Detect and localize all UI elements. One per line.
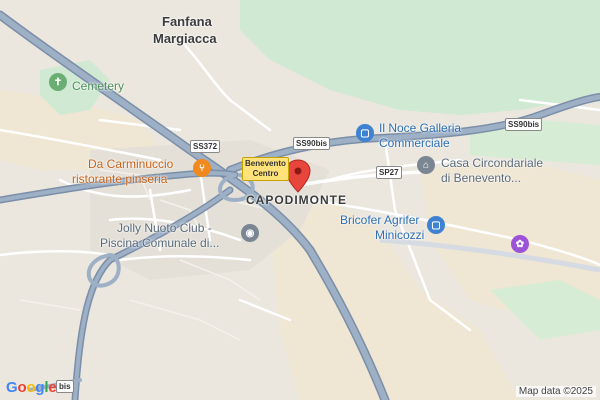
benevento-sign-line1: Benevento [245,159,286,168]
road-shield-ss90bis-east: SS90bis [505,118,543,131]
map-attribution[interactable]: Map data ©2025 [515,386,596,397]
poi-cemetery[interactable]: Cemetery [72,79,124,94]
shopping-bag-icon[interactable]: ▢ [356,124,374,142]
cemetery-icon[interactable]: ✝ [49,73,67,91]
poi-casa-line1[interactable]: Casa Circondariale [441,156,543,171]
road-shield-bis: bis [56,380,74,393]
road-shield-sp27: SP27 [376,166,402,179]
swimming-pool-icon[interactable]: ◉ [241,224,259,242]
poi-da-carminuccio-line2[interactable]: ristorante pinseria [72,172,167,187]
google-logo: Google [6,379,57,396]
benevento-sign-line2: Centro [252,169,279,178]
landmark-icon[interactable]: ⌂ [417,156,435,174]
poi-il-noce-line1[interactable]: Il Noce Galleria [379,121,461,136]
road-shield-ss372: SS372 [190,140,221,153]
poi-casa-line2[interactable]: di Benevento... [441,171,521,186]
road-sign-benevento-centro: Benevento Centro [242,157,289,181]
poi-bricofer-line1[interactable]: Bricofer Agrifer [340,213,419,228]
entertainment-icon[interactable]: ✿ [511,235,529,253]
poi-jolly-line1[interactable]: Jolly Nuoto Club - [117,221,212,236]
poi-bricofer-line2[interactable]: Minicozzi [375,228,424,243]
place-label-capodimonte: CAPODIMONTE [246,193,347,207]
poi-da-carminuccio-line1[interactable]: Da Carminuccio [88,157,173,172]
place-label-fanfana: Fanfana [162,14,212,29]
place-label-margiacca: Margiacca [153,31,217,46]
road-shield-ss90bis: SS90bis [293,137,331,150]
poi-il-noce-line2[interactable]: Commerciale [379,136,450,151]
shopping-bag-icon[interactable]: ▢ [427,216,445,234]
poi-jolly-line2[interactable]: Piscina Comunale di... [100,236,219,251]
fork-knife-icon[interactable]: ⑂ [193,159,211,177]
